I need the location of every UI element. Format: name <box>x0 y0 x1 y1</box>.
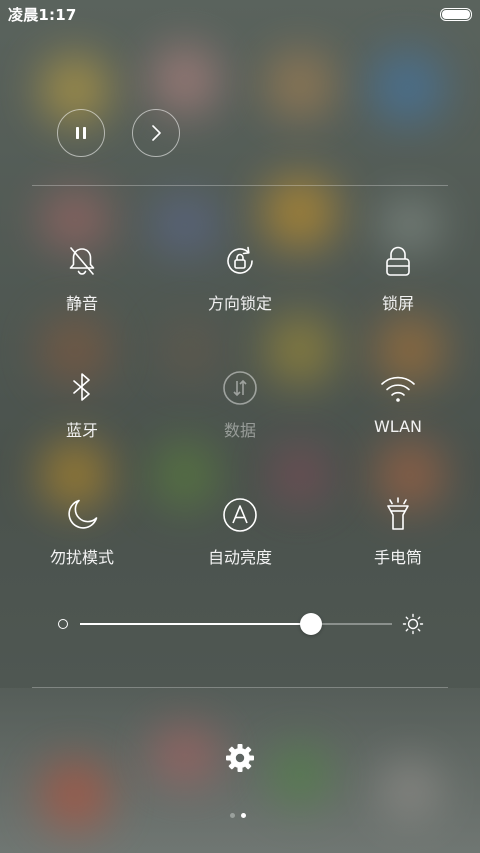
battery-icon <box>440 8 472 21</box>
moon-icon <box>68 499 98 529</box>
mobile-data-icon <box>223 371 257 405</box>
toggle-label: 自动亮度 <box>207 548 272 567</box>
divider-top <box>32 185 448 186</box>
toggle-flashlight[interactable]: 手电筒 <box>318 496 478 586</box>
brightness-slider[interactable] <box>0 606 480 642</box>
toggle-mobile-data[interactable]: 数据 <box>160 369 320 459</box>
toggle-label: 方向锁定 <box>207 294 272 313</box>
brightness-fill <box>80 623 311 625</box>
gear-icon[interactable] <box>224 742 256 774</box>
flashlight-icon <box>387 497 409 530</box>
toggle-label: 蓝牙 <box>65 421 98 440</box>
toggle-bluetooth[interactable]: 蓝牙 <box>2 369 162 459</box>
toggle-do-not-disturb[interactable]: 勿扰模式 <box>2 496 162 586</box>
status-time: 凌晨1:17 <box>8 6 77 24</box>
toggle-label: 数据 <box>223 421 256 440</box>
toggle-auto-brightness[interactable]: 自动亮度 <box>160 496 320 586</box>
toggle-label: 勿扰模式 <box>49 548 114 567</box>
toggle-label: 手电筒 <box>373 548 422 567</box>
brightness-high-icon <box>402 613 424 635</box>
toggle-lock-screen[interactable]: 锁屏 <box>318 242 478 332</box>
page-indicator <box>228 812 252 820</box>
toggle-wlan[interactable]: WLAN <box>318 369 478 459</box>
brightness-track[interactable] <box>80 613 392 635</box>
page-dot <box>230 813 235 818</box>
toggle-rotation-lock[interactable]: 方向锁定 <box>160 242 320 332</box>
pause-icon <box>76 127 86 139</box>
status-bar: 凌晨1:17 <box>0 0 480 28</box>
battery-level-fill <box>442 10 470 19</box>
rotation-lock-icon <box>227 246 253 274</box>
bluetooth-icon <box>73 373 90 401</box>
toggle-label: 锁屏 <box>381 294 414 313</box>
toggle-label: WLAN <box>373 417 422 436</box>
bell-off-icon <box>69 247 95 275</box>
divider-bottom <box>32 687 448 688</box>
lock-icon <box>386 246 410 276</box>
toggle-mute[interactable]: 静音 <box>2 242 162 332</box>
auto-brightness-icon <box>223 498 257 532</box>
toggle-label: 静音 <box>65 294 98 313</box>
brightness-thumb[interactable] <box>299 613 322 635</box>
page-dot-active <box>241 813 246 818</box>
wifi-icon <box>381 376 415 402</box>
chevron-right-icon <box>152 125 161 141</box>
brightness-low-icon <box>58 619 68 629</box>
next-button[interactable] <box>132 109 180 157</box>
pause-button[interactable] <box>57 109 105 157</box>
